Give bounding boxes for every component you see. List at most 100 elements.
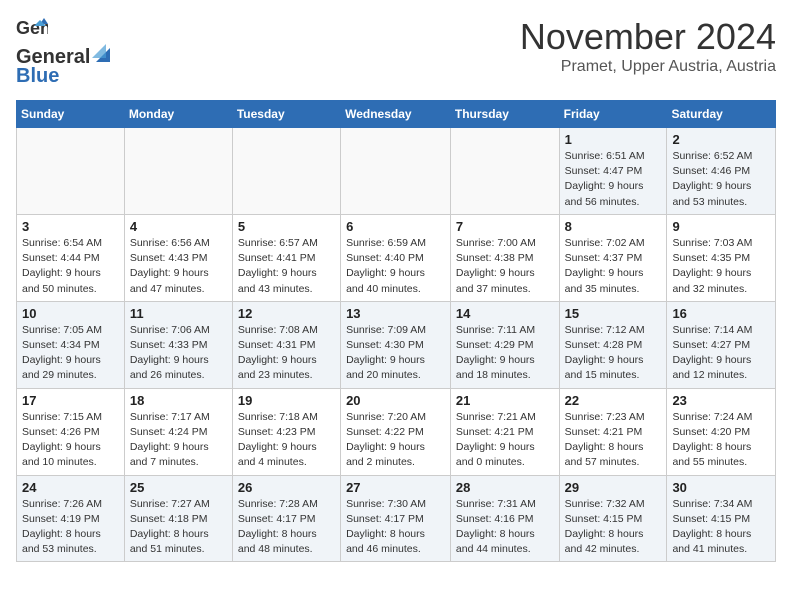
calendar-cell: 5Sunrise: 6:57 AM Sunset: 4:41 PM Daylig… — [232, 214, 340, 301]
day-number: 3 — [22, 219, 119, 234]
day-info: Sunrise: 7:30 AM Sunset: 4:17 PM Dayligh… — [346, 497, 445, 558]
day-number: 13 — [346, 306, 445, 321]
day-number: 9 — [672, 219, 770, 234]
day-number: 6 — [346, 219, 445, 234]
day-number: 4 — [130, 219, 227, 234]
calendar-cell: 4 Sunrise: 6:56 AM Sunset: 4:43 PM Daylig… — [124, 214, 232, 301]
calendar-cell: 30 Sunrise: 7:34 AM Sunset: 4:15 PM Dayli… — [667, 475, 776, 562]
calendar-cell: 10 Sunrise: 7:05 AM Sunset: 4:34 PM Dayli… — [17, 301, 125, 388]
day-number: 26 — [238, 480, 335, 495]
calendar-week-2: 3 Sunrise: 6:54 AM Sunset: 4:44 PM Daylig… — [17, 214, 776, 301]
calendar-week-3: 10 Sunrise: 7:05 AM Sunset: 4:34 PM Dayli… — [17, 301, 776, 388]
header-tuesday: Tuesday — [232, 101, 340, 128]
calendar-cell: 22 Sunrise: 7:23 AM Sunset: 4:21 PM Dayli… — [559, 388, 667, 475]
header-monday: Monday — [124, 101, 232, 128]
calendar-cell: 13 Sunrise: 7:09 AM Sunset: 4:30 PM Dayli… — [341, 301, 451, 388]
day-info: Sunrise: 6:52 AM Sunset: 4:46 PM Dayligh… — [672, 149, 770, 210]
calendar-cell: 27 Sunrise: 7:30 AM Sunset: 4:17 PM Dayli… — [341, 475, 451, 562]
calendar-cell: 20Sunrise: 7:20 AM Sunset: 4:22 PM Dayli… — [341, 388, 451, 475]
day-info: Sunrise: 7:17 AM Sunset: 4:24 PM Dayligh… — [130, 410, 227, 471]
day-info: Sunrise: 7:26 AM Sunset: 4:19 PM Dayligh… — [22, 497, 119, 558]
calendar-week-1: 1 Sunrise: 6:51 AM Sunset: 4:47 PM Daylig… — [17, 128, 776, 215]
calendar-cell — [17, 128, 125, 215]
day-info: Sunrise: 7:34 AM Sunset: 4:15 PM Dayligh… — [672, 497, 770, 558]
calendar-cell: 11 Sunrise: 7:06 AM Sunset: 4:33 PM Dayli… — [124, 301, 232, 388]
day-number: 30 — [672, 480, 770, 495]
day-number: 23 — [672, 393, 770, 408]
calendar-cell: 21 Sunrise: 7:21 AM Sunset: 4:21 PM Dayli… — [450, 388, 559, 475]
calendar-cell — [124, 128, 232, 215]
location-title: Pramet, Upper Austria, Austria — [520, 58, 776, 76]
logo-triangle — [92, 44, 112, 64]
day-info: Sunrise: 7:18 AM Sunset: 4:23 PM Dayligh… — [238, 410, 335, 471]
day-number: 2 — [672, 132, 770, 147]
header-thursday: Thursday — [450, 101, 559, 128]
day-info: Sunrise: 7:27 AM Sunset: 4:18 PM Dayligh… — [130, 497, 227, 558]
day-info: Sunrise: 7:15 AM Sunset: 4:26 PM Dayligh… — [22, 410, 119, 471]
day-number: 24 — [22, 480, 119, 495]
calendar-cell: 24 Sunrise: 7:26 AM Sunset: 4:19 PM Dayli… — [17, 475, 125, 562]
calendar-cell — [232, 128, 340, 215]
calendar-cell: 15Sunrise: 7:12 AM Sunset: 4:28 PM Dayli… — [559, 301, 667, 388]
calendar-cell: 26Sunrise: 7:28 AM Sunset: 4:17 PM Dayli… — [232, 475, 340, 562]
day-info: Sunrise: 7:06 AM Sunset: 4:33 PM Dayligh… — [130, 323, 227, 384]
calendar-cell: 14 Sunrise: 7:11 AM Sunset: 4:29 PM Dayli… — [450, 301, 559, 388]
day-number: 19 — [238, 393, 335, 408]
day-number: 1 — [565, 132, 662, 147]
day-number: 17 — [22, 393, 119, 408]
header-wednesday: Wednesday — [341, 101, 451, 128]
calendar-cell: 18 Sunrise: 7:17 AM Sunset: 4:24 PM Dayli… — [124, 388, 232, 475]
header-sunday: Sunday — [17, 101, 125, 128]
day-number: 28 — [456, 480, 554, 495]
day-info: Sunrise: 7:24 AM Sunset: 4:20 PM Dayligh… — [672, 410, 770, 471]
day-number: 27 — [346, 480, 445, 495]
day-number: 11 — [130, 306, 227, 321]
day-number: 14 — [456, 306, 554, 321]
day-info: Sunrise: 7:11 AM Sunset: 4:29 PM Dayligh… — [456, 323, 554, 384]
day-number: 25 — [130, 480, 227, 495]
day-info: Sunrise: 6:57 AM Sunset: 4:41 PM Dayligh… — [238, 236, 335, 297]
day-info: Sunrise: 7:12 AM Sunset: 4:28 PM Dayligh… — [565, 323, 662, 384]
calendar-cell: 17 Sunrise: 7:15 AM Sunset: 4:26 PM Dayli… — [17, 388, 125, 475]
calendar-cell: 28 Sunrise: 7:31 AM Sunset: 4:16 PM Dayli… — [450, 475, 559, 562]
logo: General General Blue — [16, 16, 112, 88]
day-number: 7 — [456, 219, 554, 234]
day-number: 22 — [565, 393, 662, 408]
day-info: Sunrise: 7:09 AM Sunset: 4:30 PM Dayligh… — [346, 323, 445, 384]
day-number: 8 — [565, 219, 662, 234]
day-number: 12 — [238, 306, 335, 321]
calendar-week-4: 17 Sunrise: 7:15 AM Sunset: 4:26 PM Dayli… — [17, 388, 776, 475]
calendar-cell: 12 Sunrise: 7:08 AM Sunset: 4:31 PM Dayli… — [232, 301, 340, 388]
day-info: Sunrise: 7:21 AM Sunset: 4:21 PM Dayligh… — [456, 410, 554, 471]
day-number: 10 — [22, 306, 119, 321]
day-info: Sunrise: 7:23 AM Sunset: 4:21 PM Dayligh… — [565, 410, 662, 471]
calendar-cell: 2 Sunrise: 6:52 AM Sunset: 4:46 PM Daylig… — [667, 128, 776, 215]
calendar-cell: 1 Sunrise: 6:51 AM Sunset: 4:47 PM Daylig… — [559, 128, 667, 215]
day-info: Sunrise: 7:05 AM Sunset: 4:34 PM Dayligh… — [22, 323, 119, 384]
day-info: Sunrise: 6:51 AM Sunset: 4:47 PM Dayligh… — [565, 149, 662, 210]
day-number: 18 — [130, 393, 227, 408]
calendar-cell: 3 Sunrise: 6:54 AM Sunset: 4:44 PM Daylig… — [17, 214, 125, 301]
calendar-week-5: 24 Sunrise: 7:26 AM Sunset: 4:19 PM Dayli… — [17, 475, 776, 562]
day-info: Sunrise: 7:08 AM Sunset: 4:31 PM Dayligh… — [238, 323, 335, 384]
day-info: Sunrise: 7:20 AM Sunset: 4:22 PM Dayligh… — [346, 410, 445, 471]
calendar-cell: 19 Sunrise: 7:18 AM Sunset: 4:23 PM Dayli… — [232, 388, 340, 475]
day-info: Sunrise: 7:14 AM Sunset: 4:27 PM Dayligh… — [672, 323, 770, 384]
day-number: 21 — [456, 393, 554, 408]
day-info: Sunrise: 7:02 AM Sunset: 4:37 PM Dayligh… — [565, 236, 662, 297]
day-info: Sunrise: 7:00 AM Sunset: 4:38 PM Dayligh… — [456, 236, 554, 297]
day-info: Sunrise: 7:31 AM Sunset: 4:16 PM Dayligh… — [456, 497, 554, 558]
day-number: 29 — [565, 480, 662, 495]
calendar-cell: 8 Sunrise: 7:02 AM Sunset: 4:37 PM Daylig… — [559, 214, 667, 301]
day-info: Sunrise: 7:32 AM Sunset: 4:15 PM Dayligh… — [565, 497, 662, 558]
day-info: Sunrise: 6:56 AM Sunset: 4:43 PM Dayligh… — [130, 236, 227, 297]
title-area: November 2024 Pramet, Upper Austria, Aus… — [520, 16, 776, 76]
calendar-cell: 7 Sunrise: 7:00 AM Sunset: 4:38 PM Daylig… — [450, 214, 559, 301]
day-info: Sunrise: 6:59 AM Sunset: 4:40 PM Dayligh… — [346, 236, 445, 297]
day-info: Sunrise: 6:54 AM Sunset: 4:44 PM Dayligh… — [22, 236, 119, 297]
calendar-cell: 6 Sunrise: 6:59 AM Sunset: 4:40 PM Daylig… — [341, 214, 451, 301]
calendar-cell — [341, 128, 451, 215]
page-header: General General Blue November 2024 Prame… — [16, 16, 776, 88]
day-number: 16 — [672, 306, 770, 321]
header-friday: Friday — [559, 101, 667, 128]
